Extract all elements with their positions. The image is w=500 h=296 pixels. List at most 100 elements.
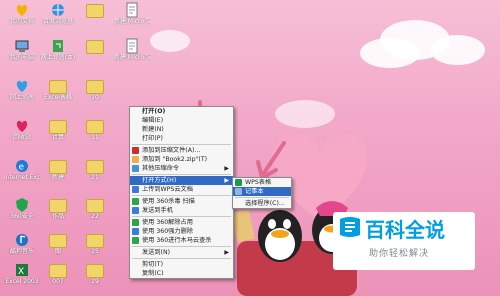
menu-item[interactable]: 编辑(E): [130, 116, 233, 125]
menu-item-icon: [132, 135, 139, 142]
menu-item-label: 打印(P): [142, 135, 163, 142]
watermark-title: 百科全说: [365, 218, 445, 242]
menu-item[interactable]: 新建(N): [130, 125, 233, 134]
menu-item[interactable]: 使用 360杀毒 扫描: [130, 197, 233, 206]
menu-item-label: 打开方式(H): [142, 177, 177, 184]
desktop-icon[interactable]: 21: [77, 158, 113, 181]
desktop-icon[interactable]: 酷狗音乐: [4, 232, 40, 255]
menu-separator: [132, 144, 231, 145]
folder-icon: [77, 80, 113, 94]
shield-icon: [4, 197, 40, 213]
desktop-icon-label: 新建: [51, 174, 64, 181]
menu-item[interactable]: 上传到WPS云文档: [130, 185, 233, 194]
desktop-icon[interactable]: 网上邻居(本): [40, 38, 76, 61]
menu-item[interactable]: 选择程序(C)...: [233, 199, 291, 208]
desktop-icon[interactable]: 计算: [40, 118, 76, 141]
menu-item-label: 剪切(T): [142, 261, 163, 268]
folder-icon: [40, 264, 76, 278]
menu-item-label: 记事本: [245, 188, 264, 195]
menu-item[interactable]: 添加到压缩文件(A)...: [130, 146, 233, 155]
menu-item-icon: [132, 261, 139, 268]
menu-item[interactable]: 打开方式(H) ▶: [130, 176, 233, 185]
menu-item-label: 发送到手机: [142, 207, 173, 214]
menu-item-label: 添加到 "Book2.zip"(T): [142, 156, 208, 163]
svg-text:X: X: [18, 267, 24, 277]
desktop-icon[interactable]: 22: [77, 197, 113, 220]
desktop-icon[interactable]: 29: [77, 262, 113, 285]
watermark-subtitle: 助你轻松解决: [369, 249, 430, 259]
computer-icon: [4, 38, 40, 54]
desktop-icon[interactable]: 新建: [40, 158, 76, 181]
heart-red-icon: [4, 118, 40, 134]
desktop-icon-label: Internet Explorer: [4, 174, 40, 181]
desktop-icon-label: 007: [52, 278, 64, 285]
menu-item[interactable]: 打开(O): [130, 107, 233, 116]
music-icon: [4, 232, 40, 248]
menu-item-label: 使用 360解除占用: [142, 219, 193, 226]
globe-icon: [40, 2, 76, 18]
desktop-icon[interactable]: 10: [77, 78, 113, 101]
menu-item[interactable]: 使用 360进行木马云查杀: [130, 236, 233, 245]
baike-watermark: 百科全说 助你轻松解决: [333, 212, 475, 270]
desktop-icon[interactable]: 图: [40, 232, 76, 255]
menu-item-icon: [132, 186, 139, 193]
menu-item[interactable]: 记事本: [233, 187, 291, 196]
menu-item[interactable]: 使用 360解除占用: [130, 218, 233, 227]
folder-icon: [77, 4, 113, 18]
folder-icon: [40, 120, 76, 134]
menu-item[interactable]: 添加到 "Book2.zip"(T): [130, 155, 233, 164]
desktop-icon[interactable]: 25: [77, 232, 113, 255]
desktop-icon[interactable]: [77, 2, 113, 18]
desktop-icon-label: Excel表格: [44, 94, 72, 101]
desktop-icon[interactable]: [77, 38, 113, 54]
desktop-icon[interactable]: 我的电脑: [4, 38, 40, 61]
menu-item[interactable]: 剪切(T): [130, 260, 233, 269]
menu-item-label: 使用 360杀毒 扫描: [142, 198, 195, 205]
menu-item[interactable]: 发送到手机: [130, 206, 233, 215]
menu-item-label: 上传到WPS云文档: [142, 186, 193, 193]
menu-item[interactable]: 其他压缩命令 ▶: [130, 164, 233, 173]
desktop-icon[interactable]: 新建 Micro 文档: [114, 2, 150, 25]
menu-item-icon: [132, 249, 139, 256]
menu-item[interactable]: 使用 360强力删除: [130, 227, 233, 236]
menu-item-icon: [132, 207, 139, 214]
menu-item-icon: [235, 188, 242, 195]
desktop-icon-label: 图: [54, 248, 61, 255]
desktop-icon-label: 百度浏览器: [42, 18, 73, 25]
desktop-icon[interactable]: 11: [77, 118, 113, 141]
desktop-icon[interactable]: 网上邻居: [4, 78, 40, 101]
menu-item-icon: [132, 126, 139, 133]
desktop-icon[interactable]: 百度浏览器: [40, 2, 76, 25]
submenu-arrow-icon: ▶: [224, 165, 229, 172]
menu-item-icon: [235, 179, 242, 186]
menu-item[interactable]: 打印(P): [130, 134, 233, 143]
menu-item[interactable]: WPS表格: [233, 178, 291, 187]
folder-icon: [40, 160, 76, 174]
desktop-icon-label: Excel 2003: [5, 278, 39, 285]
folder-icon: [40, 80, 76, 94]
folder-icon: [77, 40, 113, 54]
submenu-arrow-icon: ▶: [224, 177, 229, 184]
desktop-icon[interactable]: Excel表格: [40, 78, 76, 101]
ie-icon: e: [4, 158, 40, 174]
menu-item-icon: [132, 177, 139, 184]
context-menu: 打开(O) 编辑(E) 新建(N) 打印(P) 添加到压缩文件(A)... 添加到 "Bo…: [129, 106, 234, 279]
desktop-icon[interactable]: eInternet Explorer: [4, 158, 40, 181]
menu-item[interactable]: 复制(C): [130, 269, 233, 278]
desktop-icon[interactable]: 回收站: [4, 118, 40, 141]
menu-separator: [132, 258, 231, 259]
desktop-icon[interactable]: X Excel 2003: [4, 262, 40, 285]
desktop-icon[interactable]: 我的文档: [4, 2, 40, 25]
menu-item-icon: [132, 165, 139, 172]
menu-item-icon: [132, 228, 139, 235]
heart-blue-icon: [4, 78, 40, 94]
desktop-icon[interactable]: 作品: [40, 197, 76, 220]
menu-item[interactable]: 发送到(N) ▶: [130, 248, 233, 257]
desktop-icon[interactable]: 007: [40, 262, 76, 285]
desktop-icon[interactable]: 360安全: [4, 197, 40, 220]
menu-separator: [132, 174, 231, 175]
desktop-icon-label: 29: [91, 278, 99, 285]
doc-icon: [114, 38, 150, 54]
desktop-icon[interactable]: 新建 Micro 文档: [114, 38, 150, 61]
baike-logo-icon: [340, 217, 360, 237]
